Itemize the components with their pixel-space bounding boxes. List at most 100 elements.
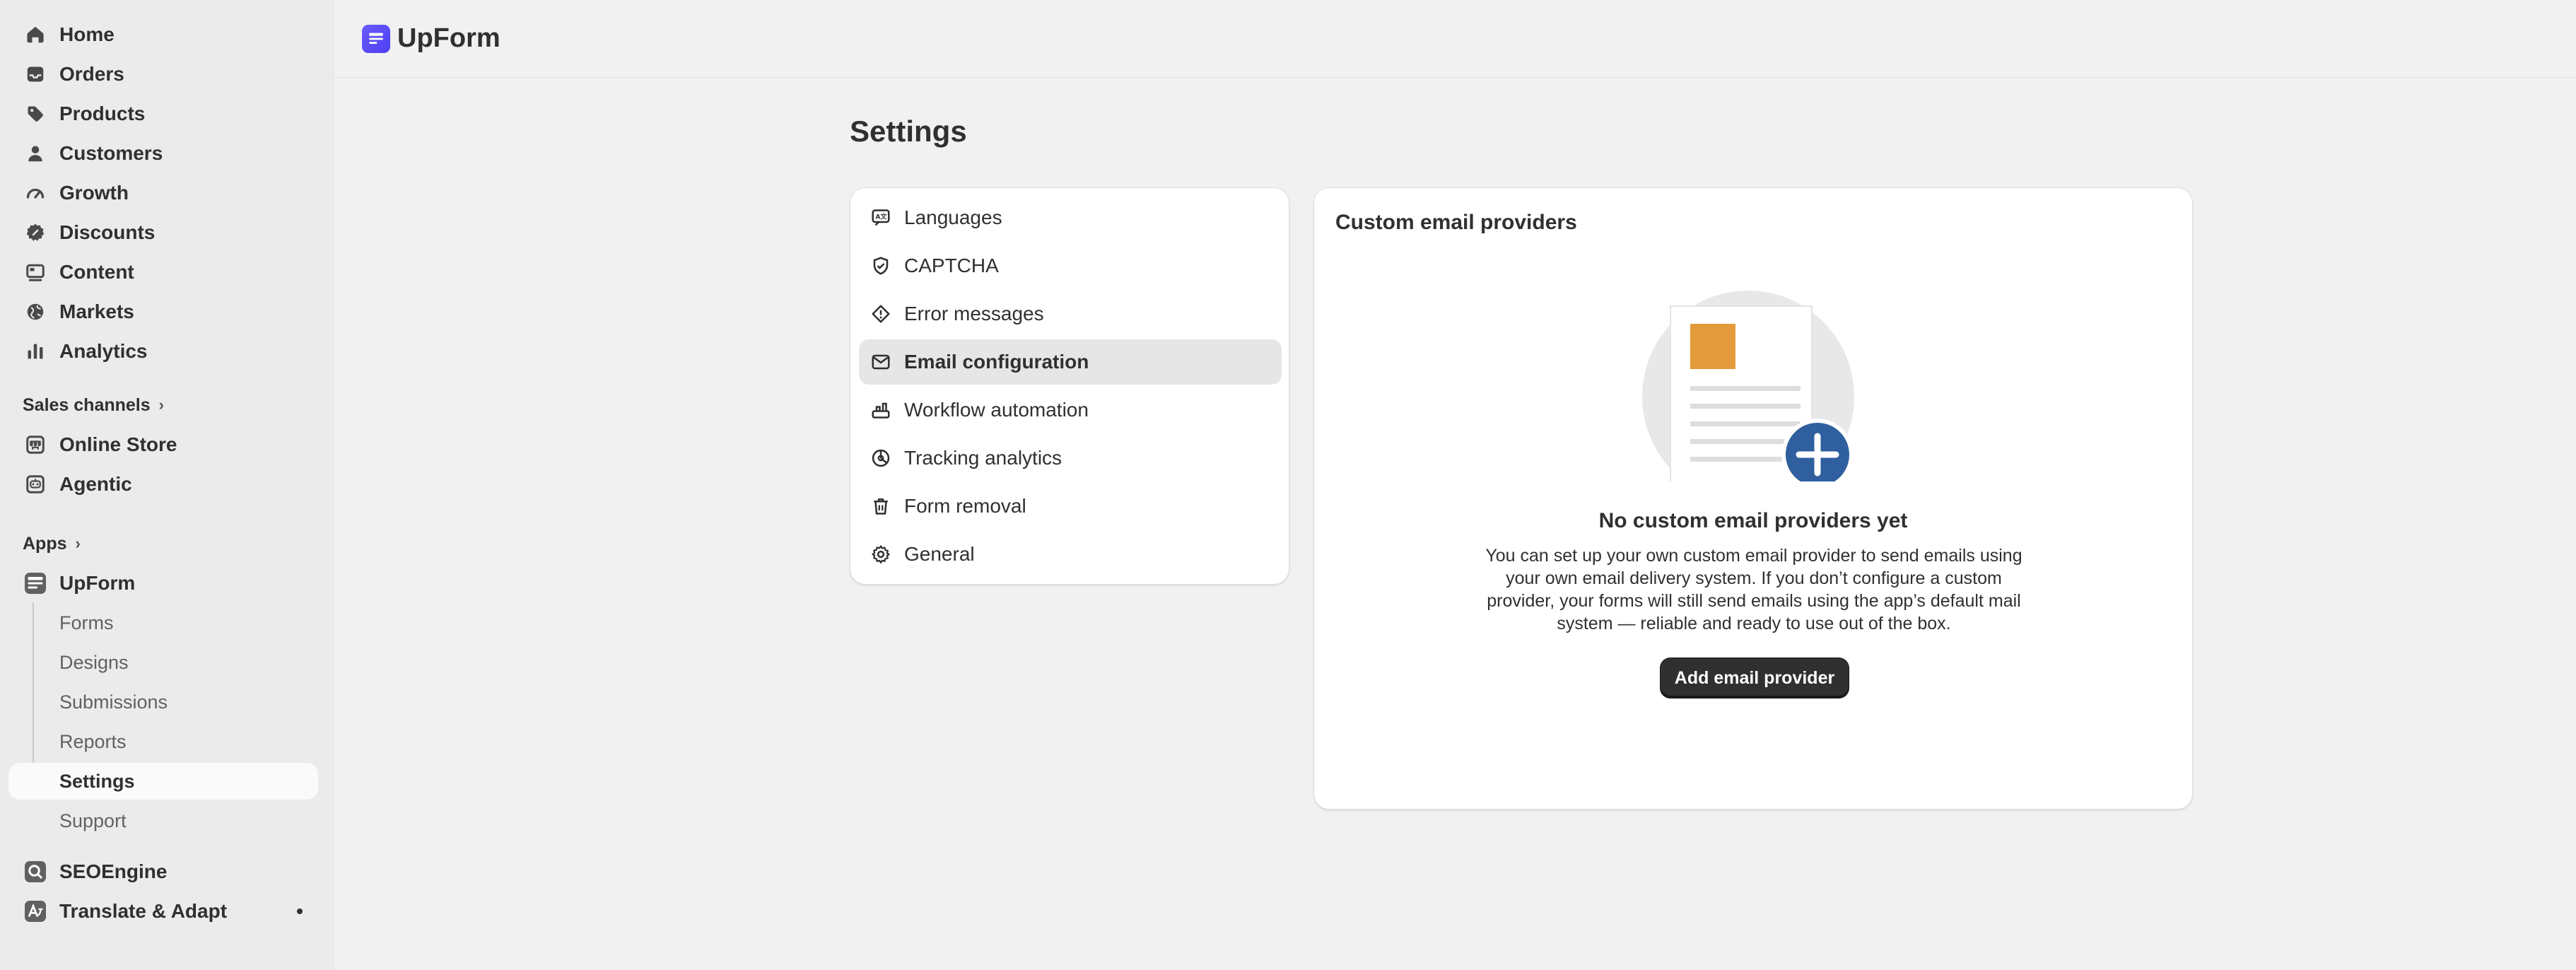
page-title: Settings bbox=[850, 115, 967, 148]
nav-markets[interactable]: Markets bbox=[8, 293, 318, 330]
sub-item-label: Designs bbox=[59, 651, 129, 673]
settings-menu-general[interactable]: General bbox=[859, 532, 1282, 577]
nav-label: Online Store bbox=[59, 433, 177, 455]
sub-item-forms[interactable]: Forms bbox=[8, 604, 318, 641]
menu-label: CAPTCHA bbox=[904, 255, 999, 276]
nav-label: Discounts bbox=[59, 221, 156, 243]
settings-menu-form-removal[interactable]: Form removal bbox=[859, 484, 1282, 529]
empty-state-title: No custom email providers yet bbox=[1598, 509, 1908, 532]
nav-discounts[interactable]: Discounts bbox=[8, 214, 318, 251]
sub-item-submissions[interactable]: Submissions bbox=[8, 684, 318, 720]
tag-icon bbox=[23, 101, 48, 127]
nav-label: SEOEngine bbox=[59, 860, 168, 882]
empty-state-description: You can set up your own custom email pro… bbox=[1485, 546, 2022, 633]
upform-app-badge bbox=[25, 573, 46, 594]
nav-translate-adapt[interactable]: Translate & Adapt bbox=[8, 893, 318, 930]
menu-label: Tracking analytics bbox=[904, 447, 1062, 469]
sub-item-support[interactable]: Support bbox=[8, 802, 318, 839]
nav-upform[interactable]: UpForm bbox=[8, 565, 318, 602]
content-icon bbox=[23, 259, 48, 285]
sub-item-settings[interactable]: Settings bbox=[8, 763, 318, 800]
robot-icon bbox=[23, 472, 48, 497]
menu-label: Workflow automation bbox=[904, 399, 1089, 421]
menu-label: Languages bbox=[904, 206, 1002, 228]
form-app-icon bbox=[23, 571, 48, 596]
sub-item-reports[interactable]: Reports bbox=[8, 723, 318, 760]
nav-seoengine[interactable]: SEOEngine bbox=[8, 853, 318, 890]
upform-logo-icon bbox=[362, 24, 390, 53]
sub-item-label: Forms bbox=[59, 612, 114, 633]
add-email-provider-button[interactable]: Add email provider bbox=[1661, 658, 1849, 698]
menu-label: General bbox=[904, 543, 975, 565]
menu-label: Error messages bbox=[904, 303, 1044, 325]
inbox-icon bbox=[23, 62, 48, 87]
sub-item-label: Reports bbox=[59, 730, 127, 752]
sub-item-label: Submissions bbox=[59, 691, 168, 713]
translate-app-icon bbox=[23, 899, 48, 924]
app-header: UpForm bbox=[334, 0, 2576, 78]
chevron-right-icon: › bbox=[158, 396, 164, 414]
nav-label: Content bbox=[59, 261, 134, 283]
shield-check-icon bbox=[869, 254, 893, 278]
settings-menu-captcha[interactable]: CAPTCHA bbox=[859, 243, 1282, 288]
app-name: UpForm bbox=[397, 23, 500, 53]
seo-app-badge bbox=[25, 861, 46, 882]
nav-customers[interactable]: Customers bbox=[8, 135, 318, 172]
person-icon bbox=[23, 141, 48, 166]
nav-label: Markets bbox=[59, 300, 134, 322]
empty-state-illustration bbox=[1642, 291, 1854, 481]
nav-label: Home bbox=[59, 23, 115, 45]
nav-growth[interactable]: Growth bbox=[8, 175, 318, 211]
menu-label: Email configuration bbox=[904, 351, 1089, 373]
gauge-icon bbox=[23, 180, 48, 206]
settings-menu-email-configuration[interactable]: Email configuration bbox=[859, 339, 1282, 385]
card-title: Custom email providers bbox=[1335, 211, 1577, 234]
nav-analytics[interactable]: Analytics bbox=[8, 333, 318, 370]
nav-home[interactable]: Home bbox=[8, 16, 318, 53]
sub-item-label: Settings bbox=[59, 770, 135, 792]
settings-menu-languages[interactable]: A文 Languages bbox=[859, 195, 1282, 240]
nav-label: Agentic bbox=[59, 473, 132, 495]
unread-dot bbox=[297, 908, 303, 914]
nav-content[interactable]: Content bbox=[8, 254, 318, 291]
nav-orders[interactable]: Orders bbox=[8, 56, 318, 93]
nav-label: Customers bbox=[59, 142, 163, 164]
nav-label: Translate & Adapt bbox=[59, 900, 228, 922]
nav-online-store[interactable]: Online Store bbox=[8, 426, 318, 463]
sub-item-label: Support bbox=[59, 810, 127, 831]
nav-label: Products bbox=[59, 103, 146, 124]
chevron-right-icon: › bbox=[75, 534, 81, 552]
sub-item-designs[interactable]: Designs bbox=[8, 644, 318, 681]
settings-menu-tracking-analytics[interactable]: Tracking analytics bbox=[859, 436, 1282, 481]
section-label: Apps bbox=[23, 533, 67, 554]
trash-icon bbox=[869, 494, 893, 518]
store-icon bbox=[23, 432, 48, 457]
nav-label: Growth bbox=[59, 182, 129, 204]
automation-icon bbox=[869, 398, 893, 422]
email-icon bbox=[869, 350, 893, 374]
nav-label: Orders bbox=[59, 63, 124, 85]
home-icon bbox=[23, 22, 48, 47]
nav-label: UpForm bbox=[59, 572, 136, 594]
analytics-icon bbox=[869, 446, 893, 470]
settings-menu-error-messages[interactable]: Error messages bbox=[859, 291, 1282, 337]
settings-menu: A文 Languages CAPTCHA Error messages Emai… bbox=[850, 187, 1289, 585]
apps-heading[interactable]: Apps › bbox=[23, 530, 81, 558]
nav-products[interactable]: Products bbox=[8, 95, 318, 132]
translate-app-badge bbox=[25, 901, 46, 922]
globe-icon bbox=[23, 299, 48, 325]
alert-diamond-icon bbox=[869, 302, 893, 326]
custom-email-providers-card: Custom email providers No custom email p… bbox=[1313, 187, 2193, 810]
bar-chart-icon bbox=[23, 339, 48, 364]
sidebar: Home Orders Products Customers Growth Di… bbox=[0, 0, 334, 970]
nav-label: Analytics bbox=[59, 340, 148, 362]
gear-icon bbox=[869, 542, 893, 566]
sales-channels-heading[interactable]: Sales channels › bbox=[23, 391, 164, 419]
language-icon: A文 bbox=[869, 206, 893, 230]
section-label: Sales channels bbox=[23, 395, 151, 415]
svg-text:A文: A文 bbox=[876, 213, 888, 221]
discount-icon bbox=[23, 220, 48, 245]
nav-agentic[interactable]: Agentic bbox=[8, 466, 318, 503]
seo-app-icon bbox=[23, 859, 48, 884]
settings-menu-workflow-automation[interactable]: Workflow automation bbox=[859, 387, 1282, 433]
